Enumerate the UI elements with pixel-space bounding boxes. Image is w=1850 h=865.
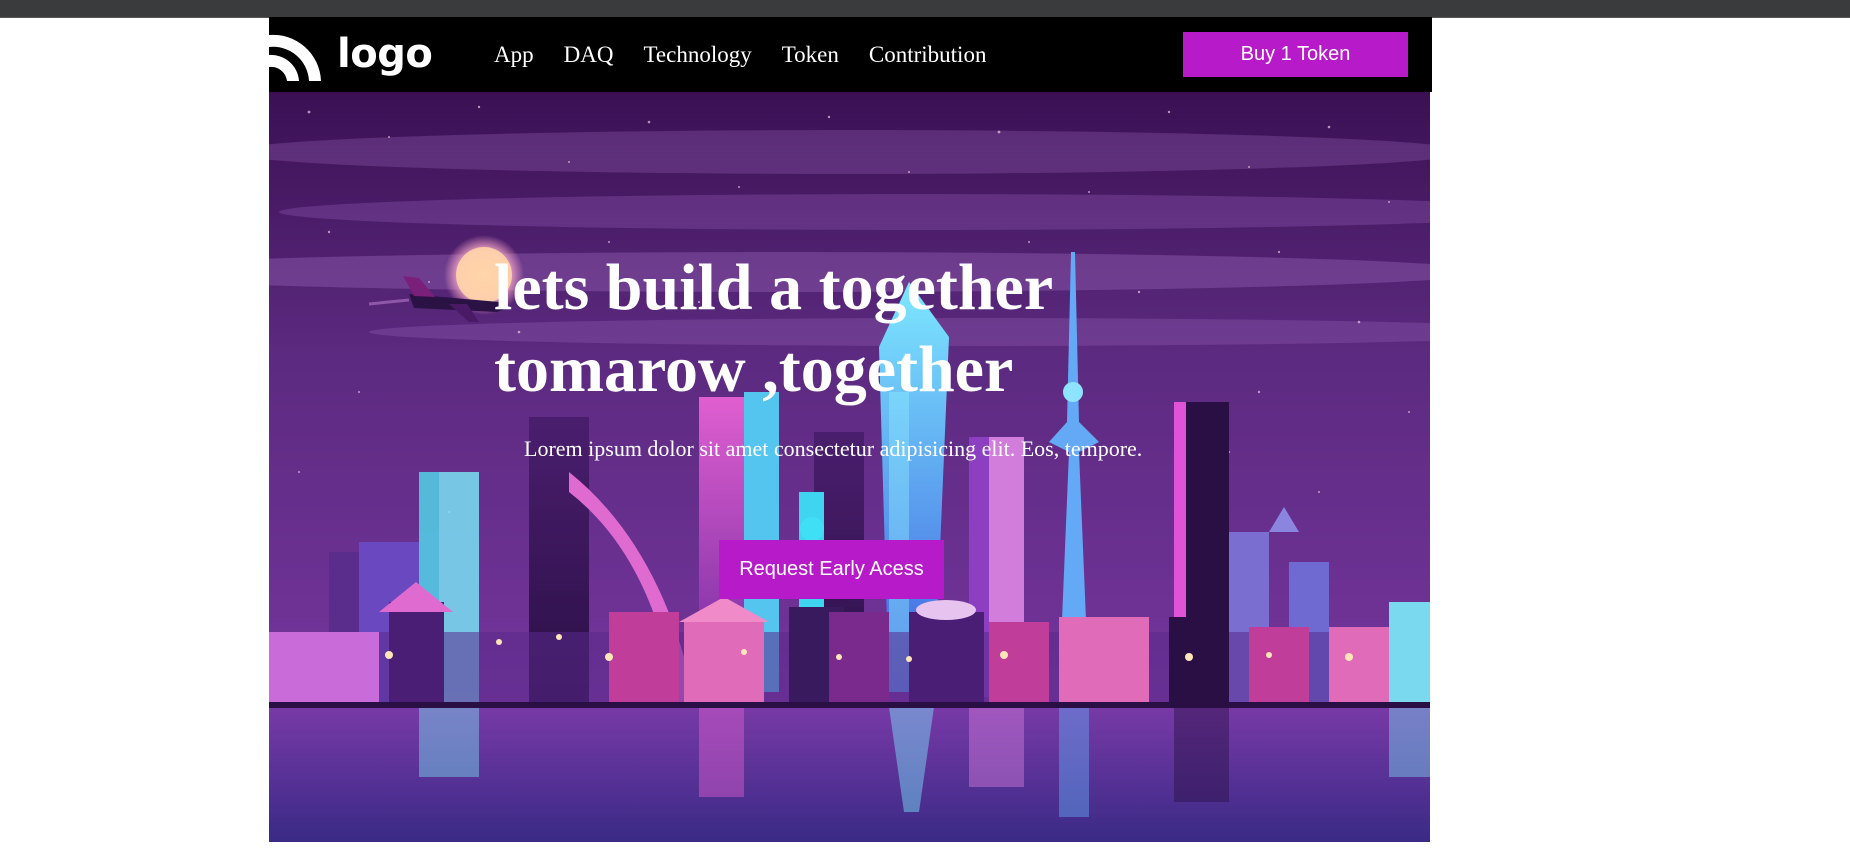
- hero-subtitle: Lorem ipsum dolor sit amet consectetur a…: [524, 436, 1143, 461]
- hero-title-line-2: tomarow ,together: [494, 333, 1014, 406]
- buy-token-button[interactable]: Buy 1 Token: [1183, 32, 1408, 77]
- wifi-arcs-icon: [269, 34, 321, 81]
- navbar: logo App DAQ Technology Token Contributi…: [269, 17, 1432, 92]
- hero-title: lets build a together tomarow ,together: [494, 247, 1194, 411]
- logo-link[interactable]: logo: [269, 27, 433, 81]
- nav-link-technology[interactable]: Technology: [643, 42, 751, 68]
- nav-link-app[interactable]: App: [494, 42, 534, 68]
- neon-city-illustration: [269, 92, 1430, 842]
- hero-title-line-1: lets build a together: [494, 251, 1054, 324]
- nav-link-contribution[interactable]: Contribution: [869, 42, 987, 68]
- logo-text: logo: [337, 31, 433, 77]
- browser-top-bar: [0, 0, 1850, 18]
- hero-section: lets build a together tomarow ,together …: [269, 92, 1430, 842]
- request-early-access-button[interactable]: Request Early Acess: [719, 540, 944, 599]
- nav-link-token[interactable]: Token: [782, 42, 839, 68]
- nav-link-daq[interactable]: DAQ: [564, 42, 614, 68]
- nav-links: App DAQ Technology Token Contribution: [494, 17, 1016, 92]
